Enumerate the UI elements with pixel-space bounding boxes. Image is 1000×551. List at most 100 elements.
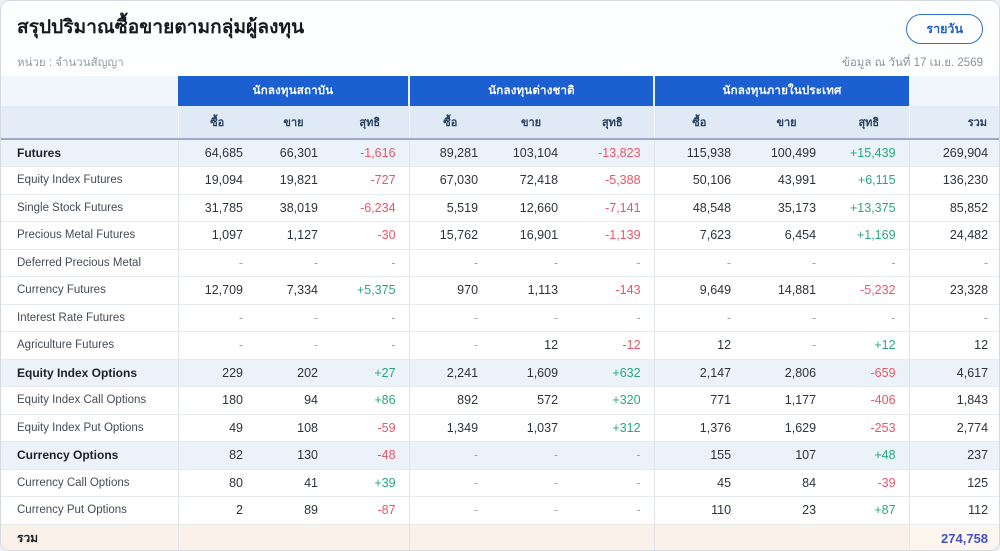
row-label: Equity Index Call Options (1, 386, 178, 415)
group-header-domestic: นักลงทุนภายในประเทศ (653, 76, 910, 106)
row-label: Futures (1, 139, 178, 167)
grand-total-empty-cell (177, 524, 256, 550)
col-header-sell-institution: ขาย (256, 106, 331, 140)
cell-value: 16,901 (491, 221, 572, 250)
col-header-net-foreign: สุทธิ (571, 106, 655, 140)
cell-value: 15,762 (408, 221, 492, 250)
cell-value: - (571, 249, 655, 277)
cell-value: 7,334 (256, 276, 331, 305)
cell-value: - (491, 304, 572, 332)
col-header-total: รวม (908, 106, 999, 140)
cell-row-total: 4,617 (908, 359, 999, 387)
data-date-label: ข้อมูล ณ วันที่ 17 เม.ย. 2569 (842, 57, 983, 69)
cell-value: -406 (829, 386, 910, 415)
cell-value: -659 (829, 359, 910, 387)
row-label: Currency Call Options (1, 469, 178, 497)
cell-value: - (491, 496, 572, 525)
cell-value: 1,113 (491, 276, 572, 305)
cell-value: 9,649 (653, 276, 745, 305)
cell-value: 89 (256, 496, 331, 525)
cell-value: 50,106 (653, 166, 745, 195)
cell-value: +12 (829, 331, 910, 360)
col-header-buy-institution: ซื้อ (177, 106, 256, 140)
unit-label: หน่วย : จำนวนสัญญา (17, 57, 124, 69)
table-row: Currency Call Options 80 41 +39- - -45 84 -39 12… (1, 469, 999, 497)
cell-value: 771 (653, 386, 745, 415)
cell-value: - (571, 469, 655, 497)
cell-value: - (408, 331, 492, 360)
cell-value: +5,375 (331, 276, 410, 305)
cell-value: 12 (653, 331, 745, 360)
grand-total-value: 274,758 (908, 524, 999, 550)
cell-value: 108 (256, 414, 331, 442)
cell-value: - (408, 304, 492, 332)
cell-row-total: 2,774 (908, 414, 999, 442)
cell-value: 1,177 (744, 386, 830, 415)
cell-value: 1,376 (653, 414, 745, 442)
table-row: Equity Index Futures 19,094 19,821 -727 67,0… (1, 166, 999, 195)
cell-value: 130 (256, 441, 331, 470)
cell-value: +6,115 (829, 166, 910, 195)
cell-value: 1,609 (491, 359, 572, 387)
cell-value: -7,141 (571, 194, 655, 222)
cell-row-total: 85,852 (908, 194, 999, 222)
grand-total-empty-cell (491, 524, 572, 550)
cell-value: -1,616 (331, 139, 410, 167)
daily-button[interactable]: รายวัน (906, 14, 983, 44)
table-body: Futures 64,685 66,301 -1,616 89,281 103,104 -1… (1, 139, 999, 550)
cell-value: +312 (571, 414, 655, 442)
table-row: Interest Rate Futures - - - - - - - - - - (1, 304, 999, 332)
cell-value: 80 (177, 469, 256, 497)
table-row: Equity Index Put Options 49 108 -59 1,349 1,0… (1, 414, 999, 442)
row-label: Deferred Precious Metal (1, 249, 178, 277)
cell-value: 107 (744, 441, 830, 470)
cell-value: 2,241 (408, 359, 492, 387)
cell-value: +39 (331, 469, 410, 497)
cell-row-total: 12 (908, 331, 999, 360)
cell-value: - (491, 441, 572, 470)
cell-value: +13,375 (829, 194, 910, 222)
cell-value: - (744, 249, 830, 277)
col-header-net-domestic: สุทธิ (829, 106, 910, 140)
trading-summary-page: สรุปปริมาณซื้อขายตามกลุ่มผู้ลงทุน รายวัน… (0, 0, 1000, 551)
cell-row-total: 23,328 (908, 276, 999, 305)
cell-value: 49 (177, 414, 256, 442)
cell-value: 1,349 (408, 414, 492, 442)
row-label: Currency Options (1, 441, 178, 470)
cell-value: 572 (491, 386, 572, 415)
cell-value: 43,991 (744, 166, 830, 195)
row-label: Equity Index Put Options (1, 414, 178, 442)
cell-value: -253 (829, 414, 910, 442)
cell-value: -39 (829, 469, 910, 497)
col-header-sell-domestic: ขาย (744, 106, 830, 140)
cell-value: 67,030 (408, 166, 492, 195)
col-header-buy-foreign: ซื้อ (408, 106, 492, 140)
row-label: Currency Futures (1, 276, 178, 305)
cell-value: - (408, 249, 492, 277)
cell-value: 103,104 (491, 139, 572, 167)
cell-value: 45 (653, 469, 745, 497)
cell-value: 12,709 (177, 276, 256, 305)
cell-value: 100,499 (744, 139, 830, 167)
table-row: Equity Index Options 229 202 +27 2,241 1,609 +… (1, 359, 999, 387)
grand-total-empty-cell (571, 524, 655, 550)
cell-value: +15,439 (829, 139, 910, 167)
cell-value: -30 (331, 221, 410, 250)
cell-value: 110 (653, 496, 745, 525)
cell-value: -727 (331, 166, 410, 195)
grand-total-empty-cell (408, 524, 492, 550)
cell-value: 82 (177, 441, 256, 470)
grand-total-empty-cell (829, 524, 910, 550)
cell-value: 14,881 (744, 276, 830, 305)
cell-value: +48 (829, 441, 910, 470)
cell-value: +27 (331, 359, 410, 387)
group-header-institution: นักลงทุนสถาบัน (178, 76, 410, 106)
cell-row-total: - (908, 304, 999, 332)
cell-value: 202 (256, 359, 331, 387)
cell-value: 19,094 (177, 166, 256, 195)
cell-value: -48 (331, 441, 410, 470)
cell-value: -5,388 (571, 166, 655, 195)
cell-value: 7,623 (653, 221, 745, 250)
row-label: Single Stock Futures (1, 194, 178, 222)
table-row: Agriculture Futures - - - -12 -12 12- +12 12 (1, 331, 999, 360)
